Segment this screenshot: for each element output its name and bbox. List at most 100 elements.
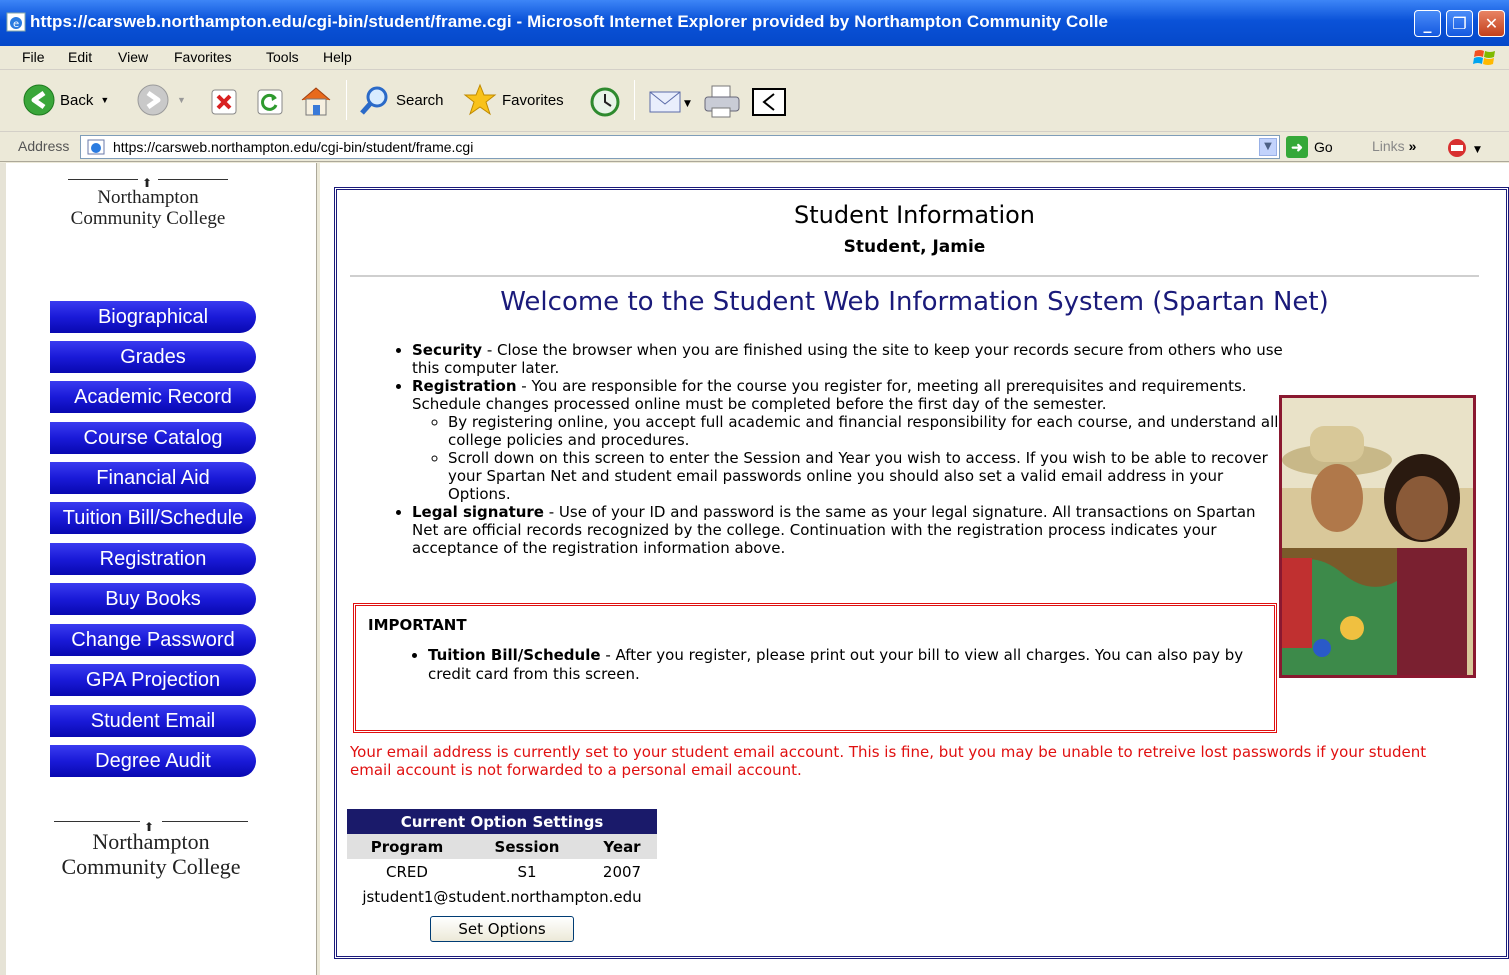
menu-tools[interactable]: Tools (266, 49, 299, 65)
windows-logo-icon (1473, 50, 1495, 65)
info-bullets: Security - Close the browser when you ar… (386, 341, 1286, 557)
home-icon[interactable] (298, 84, 334, 118)
address-dropdown-icon[interactable]: ▼ (1259, 138, 1277, 156)
search-icon (360, 86, 388, 115)
translate-icon[interactable]: ▼ (1446, 137, 1490, 159)
ie-page-icon: e (6, 12, 26, 32)
tuition-title: Tuition Bill/Schedule (428, 646, 601, 664)
address-bar: Address https://carsweb.northampton.edu/… (0, 132, 1509, 162)
logo-ornament: ⬆ (48, 815, 254, 834)
welcome-heading: Welcome to the Student Web Information S… (500, 287, 1329, 317)
program-cell: CRED (386, 862, 428, 881)
forward-button[interactable]: ▼ (136, 82, 186, 118)
page-title: Student Information (793, 201, 1036, 229)
nav-buy-books[interactable]: Buy Books (50, 583, 256, 615)
column-header: Session (467, 834, 587, 859)
logo-ornament: ⬆ (58, 173, 238, 190)
back-label: Back (60, 91, 94, 109)
mail-icon[interactable]: ▼ (648, 86, 694, 118)
nav-course-catalog[interactable]: Course Catalog (50, 422, 256, 454)
favorites-button[interactable]: Favorites (462, 82, 564, 118)
options-caption: Current Option Settings (347, 809, 657, 834)
links-label: Links (1372, 138, 1405, 154)
window-title: https://carsweb.northampton.edu/cgi-bin/… (30, 12, 1109, 31)
college-logo-bottom: ⬆ Northampton Community College (48, 815, 254, 879)
students-photo (1279, 395, 1476, 678)
page-icon (87, 139, 105, 155)
forward-dropdown-icon[interactable]: ▼ (177, 95, 186, 105)
links-button[interactable]: Links » (1372, 138, 1416, 154)
back-button[interactable]: Back ▼ (22, 82, 109, 118)
menu-view[interactable]: View (118, 49, 148, 65)
toolbar-separator (634, 80, 635, 120)
window-title-bar: e https://carsweb.northampton.edu/cgi-bi… (0, 0, 1509, 46)
history-icon[interactable] (588, 86, 622, 118)
back-dropdown-icon[interactable]: ▼ (100, 95, 109, 105)
menu-file[interactable]: File (22, 49, 45, 65)
menu-help[interactable]: Help (323, 49, 352, 65)
nav-tuition-bill-schedule[interactable]: Tuition Bill/Schedule (50, 502, 256, 534)
nav-registration[interactable]: Registration (50, 543, 256, 575)
table-row: jstudent1@student.northampton.edu (347, 884, 657, 909)
nav-change-password[interactable]: Change Password (50, 624, 256, 656)
important-box: IMPORTANT Tuition Bill/Schedule - After … (353, 603, 1277, 733)
toolbar: Back ▼ ▼ Search Favorites ▼ (0, 70, 1509, 132)
nav-student-email[interactable]: Student Email (50, 705, 256, 737)
sub-list-item: By registering online, you accept full a… (448, 413, 1286, 449)
address-input[interactable]: https://carsweb.northampton.edu/cgi-bin/… (80, 135, 1280, 159)
restore-button[interactable]: ❐ (1446, 10, 1473, 37)
address-label: Address (18, 138, 70, 154)
options-table: Current Option Settings Program Session … (347, 809, 657, 909)
refresh-icon[interactable] (256, 88, 284, 116)
table-row: CRED S1 2007 (347, 859, 657, 884)
list-item: Tuition Bill/Schedule - After you regist… (428, 646, 1262, 684)
security-title: Security (412, 341, 483, 359)
print-icon[interactable] (702, 84, 742, 120)
set-options-button[interactable]: Set Options (430, 916, 574, 942)
logo-line2: Community College (61, 854, 241, 879)
forward-arrow-icon (137, 84, 169, 116)
nav-grades[interactable]: Grades (50, 341, 256, 373)
student-name: Student, Jamie (843, 237, 986, 257)
back-arrow-icon (23, 84, 55, 116)
svg-text:▼: ▼ (1474, 145, 1481, 155)
list-item: Security - Close the browser when you ar… (412, 341, 1286, 377)
logo-line2: Community College (70, 208, 226, 229)
list-item: Legal signature - Use of your ID and pas… (412, 503, 1286, 557)
college-logo-top: ⬆ Northampton Community College (58, 173, 238, 229)
main-frame: Student Information Student, Jamie Welco… (320, 163, 1509, 975)
favorites-label: Favorites (502, 91, 564, 109)
divider (350, 275, 1479, 277)
address-url[interactable]: https://carsweb.northampton.edu/cgi-bin/… (113, 139, 473, 155)
column-header: Program (347, 834, 467, 859)
stop-icon[interactable] (210, 88, 238, 116)
list-item: Registration - You are responsible for t… (412, 377, 1286, 503)
nav-degree-audit[interactable]: Degree Audit (50, 745, 256, 777)
nav-academic-record[interactable]: Academic Record (50, 381, 256, 413)
session-cell: S1 (517, 862, 537, 881)
menu-favorites[interactable]: Favorites (174, 49, 232, 65)
go-arrow-icon: ➜ (1286, 136, 1308, 158)
registration-text: - You are responsible for the course you… (412, 377, 1247, 413)
menu-bar: File Edit View Favorites Tools Help (0, 46, 1509, 70)
nav-financial-aid[interactable]: Financial Aid (50, 462, 256, 494)
minimize-button[interactable]: _ (1414, 10, 1441, 37)
svg-text:e: e (13, 19, 19, 30)
sub-list-item: Scroll down on this screen to enter the … (448, 449, 1286, 503)
go-label: Go (1314, 139, 1333, 155)
go-button[interactable]: ➜ Go (1286, 136, 1333, 158)
edit-page-icon[interactable] (752, 88, 786, 116)
close-button[interactable]: ✕ (1478, 10, 1505, 37)
left-nav-frame: ⬆ Northampton Community College Biograph… (0, 163, 316, 975)
email-cell: jstudent1@student.northampton.edu (362, 887, 642, 906)
search-button[interactable]: Search (358, 82, 444, 118)
menu-edit[interactable]: Edit (68, 49, 92, 65)
nav-biographical[interactable]: Biographical (50, 301, 256, 333)
email-warning: Your email address is currently set to y… (350, 743, 1427, 779)
security-text: - Close the browser when you are finishe… (412, 341, 1283, 377)
column-header: Year (587, 834, 657, 859)
search-label: Search (396, 91, 444, 109)
nav-gpa-projection[interactable]: GPA Projection (50, 664, 256, 696)
toolbar-separator (346, 80, 347, 120)
legal-title: Legal signature (412, 503, 544, 521)
